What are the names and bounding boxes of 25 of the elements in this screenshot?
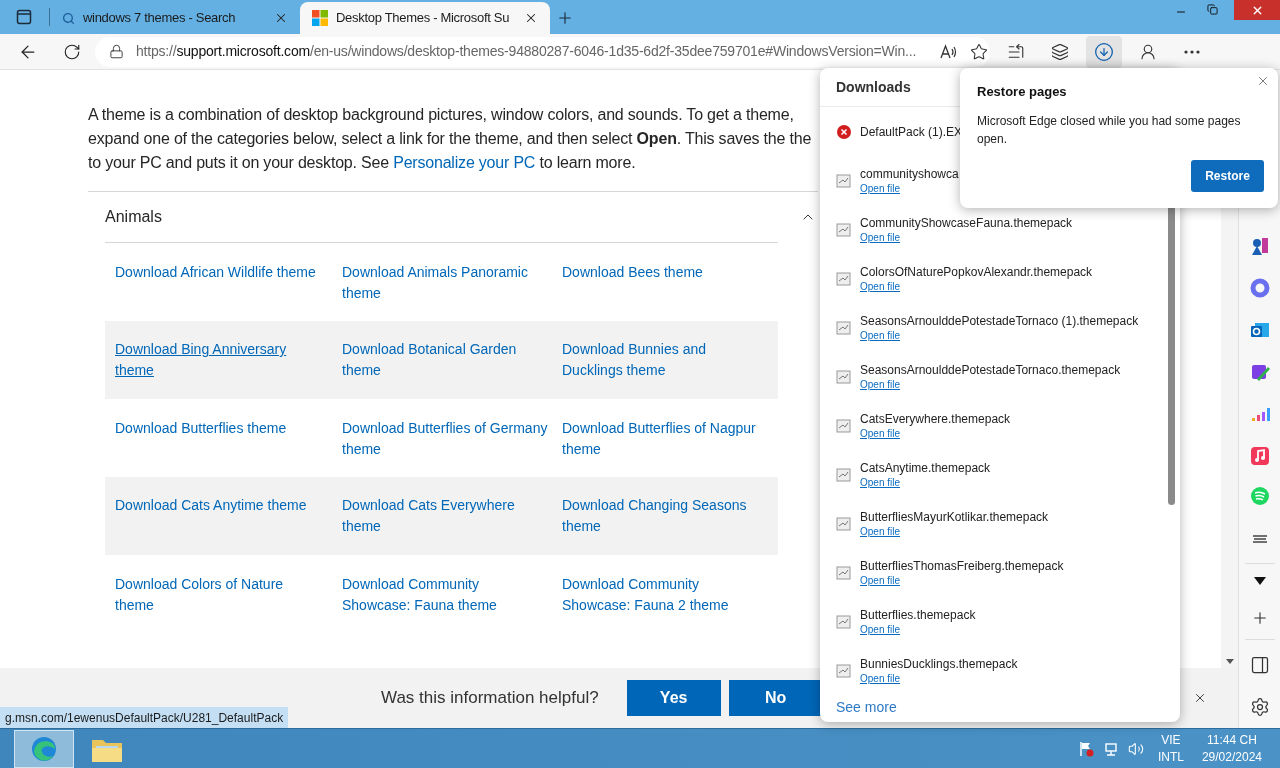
file-name: CatsAnytime.themepack [860,459,991,476]
language-text: VIE [1161,731,1181,749]
feedback-question: Was this information helpful? [381,687,599,710]
file-name: ButterfliesThomasFreiberg.themepack [860,557,1064,574]
file-name: CommunityShowcaseFauna.themepack [860,214,1073,231]
url-text: https://support.microsoft.com/en-us/windows/desktop-themes-94880287-6046-1d35-6d2f-35dee759701e#WindowsVersion=Win... [136,42,917,61]
tab-title: windows 7 themes - Search [83,9,237,28]
file-name: ColorsOfNaturePopkovAlexandr.themepack [860,263,1093,280]
status-url: g.msn.com/1ewenusDefaultPack/U281_DefaultPack [0,707,289,728]
file-name: SeasonsArnoulddePotestadeTornaco (1).themepack [860,312,1139,329]
file-name: communityshowca [860,165,959,182]
file-name: DefaultPack (1).EX [860,123,963,140]
popup-message: Microsoft Edge closed while you had some pages open. [977,112,1242,148]
file-name: ButterfliesMayurKotlikar.themepack [860,508,1049,525]
file-name: SeasonsArnoulddePotestadeTornaco.themepack [860,361,1121,378]
date-text: 29/02/2024 [1201,748,1262,766]
layout-text: INTL [1157,748,1184,766]
panel-title: Downloads [836,77,911,97]
category-title: Animals [105,207,162,227]
popup-title: Restore pages [977,83,1068,101]
tab-title: Desktop Themes - Microsoft Su [336,9,511,28]
file-name: BunniesDucklings.themepack [860,655,1018,672]
file-name: Butterflies.themepack [860,606,976,623]
time-text: 11:44 CH [1207,731,1257,749]
file-name: CatsEverywhere.themepack [860,410,1011,427]
